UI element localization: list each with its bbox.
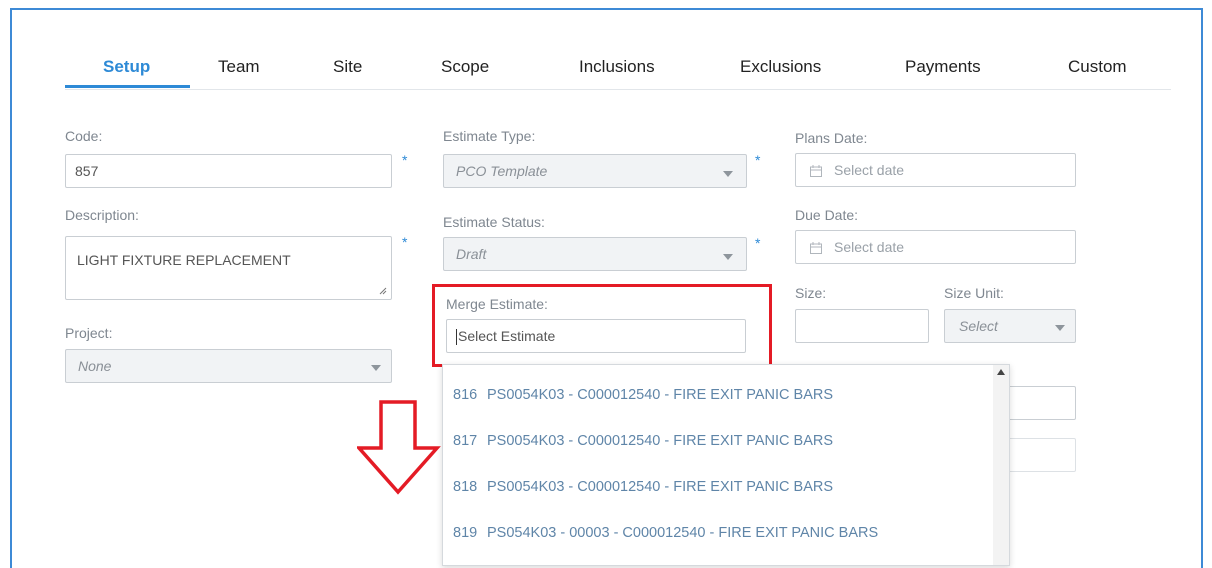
highlight-box [432, 284, 772, 367]
option-text: PS0054K03 - C000012540 - FIRE EXIT PANIC… [487, 479, 834, 495]
chevron-down-icon [723, 171, 733, 177]
plans-date-picker[interactable]: Select date [795, 153, 1076, 187]
chevron-down-icon [371, 365, 381, 371]
project-select[interactable]: None [65, 349, 392, 383]
estimate-status-required-marker: * [755, 235, 761, 251]
tab-custom[interactable]: Custom [1068, 57, 1127, 77]
estimate-type-select[interactable]: PCO Template [443, 154, 747, 188]
estimate-type-label: Estimate Type: [443, 128, 536, 144]
estimate-status-label: Estimate Status: [443, 214, 545, 230]
active-tab-indicator [65, 85, 190, 88]
tab-bar: Setup Team Site Scope Inclusions Exclusi… [65, 52, 1171, 90]
dropdown-scrollbar[interactable] [993, 365, 1009, 565]
estimate-type-value: PCO Template [456, 163, 548, 179]
size-unit-value: Select [959, 318, 998, 334]
size-unit-label: Size Unit: [944, 285, 1004, 301]
merge-estimate-dropdown: 816 PS0054K03 - C000012540 - FIRE EXIT PA… [442, 364, 1010, 566]
resize-handle-icon[interactable] [379, 287, 387, 295]
option-code: 818 [453, 479, 478, 495]
tab-inclusions[interactable]: Inclusions [579, 57, 655, 77]
size-field[interactable] [795, 309, 929, 343]
option-code: 816 [453, 387, 478, 403]
calendar-icon [810, 242, 822, 255]
dropdown-option[interactable]: 819 PS054K03 - 00003 - C000012540 - FIRE … [453, 525, 878, 541]
dropdown-option[interactable]: 817 PS0054K03 - C000012540 - FIRE EXIT PA… [453, 433, 833, 449]
tab-payments[interactable]: Payments [905, 57, 981, 77]
chevron-down-icon [1055, 325, 1065, 331]
dropdown-option[interactable]: 818 PS0054K03 - C000012540 - FIRE EXIT PA… [453, 479, 833, 495]
description-value: LIGHT FIXTURE REPLACEMENT [77, 252, 291, 268]
chevron-down-icon [723, 254, 733, 260]
project-label: Project: [65, 325, 113, 341]
code-field[interactable]: 857 [65, 154, 392, 188]
description-required-marker: * [402, 234, 408, 250]
option-code: 817 [453, 433, 478, 449]
option-text: PS0054K03 - C000012540 - FIRE EXIT PANIC… [487, 433, 834, 449]
estimate-type-required-marker: * [755, 152, 761, 168]
project-value: None [78, 358, 112, 374]
code-label: Code: [65, 128, 103, 144]
tab-site[interactable]: Site [333, 57, 362, 77]
size-label: Size: [795, 285, 827, 301]
code-required-marker: * [402, 152, 408, 168]
description-label: Description: [65, 207, 139, 223]
plans-date-placeholder: Select date [834, 162, 905, 178]
option-text: PS054K03 - 00003 - C000012540 - FIRE EXI… [487, 525, 879, 541]
description-textarea[interactable]: LIGHT FIXTURE REPLACEMENT [65, 236, 392, 300]
tab-team[interactable]: Team [218, 57, 260, 77]
tab-setup[interactable]: Setup [103, 57, 150, 77]
dropdown-option[interactable]: 816 PS0054K03 - C000012540 - FIRE EXIT PA… [453, 387, 833, 403]
scroll-up-arrow-icon[interactable] [997, 369, 1005, 375]
option-text: PS0054K03 - C000012540 - FIRE EXIT PANIC… [487, 387, 834, 403]
calendar-icon [810, 165, 822, 178]
tab-exclusions[interactable]: Exclusions [740, 57, 821, 77]
size-unit-select[interactable]: Select [944, 309, 1076, 343]
due-date-picker[interactable]: Select date [795, 230, 1076, 264]
estimate-status-select[interactable]: Draft [443, 237, 747, 271]
tab-scope[interactable]: Scope [441, 57, 489, 77]
due-date-placeholder: Select date [834, 239, 905, 255]
down-arrow-icon [357, 400, 441, 495]
estimate-status-value: Draft [456, 246, 487, 262]
plans-date-label: Plans Date: [795, 130, 868, 146]
option-code: 819 [453, 525, 478, 541]
due-date-label: Due Date: [795, 207, 859, 223]
